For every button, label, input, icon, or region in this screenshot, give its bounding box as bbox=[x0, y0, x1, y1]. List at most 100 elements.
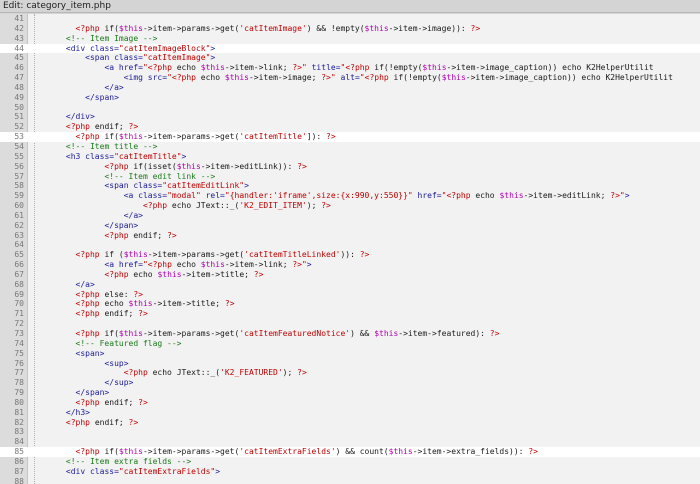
code-text: <?php if($this->item->params->get('catIt… bbox=[37, 132, 336, 142]
code-text: </a> bbox=[37, 211, 143, 221]
code-line[interactable]: 45 <span class="catItemImage"> bbox=[0, 53, 700, 63]
code-token: endif; bbox=[94, 417, 129, 427]
code-line[interactable]: 72 bbox=[0, 319, 700, 329]
code-line[interactable]: 48 </a> bbox=[0, 83, 700, 93]
code-token: <a class= bbox=[123, 191, 168, 201]
code-line[interactable]: 63 <?php endif; ?> bbox=[0, 231, 700, 241]
code-line[interactable]: 55 <h3 class="catItemTitle"> bbox=[0, 152, 700, 162]
code-token: ->item->image_caption)) echo K2HelperUti… bbox=[446, 63, 654, 73]
code-token: 'catItemTitle' bbox=[239, 132, 307, 142]
code-token: endif; bbox=[133, 230, 168, 240]
code-line[interactable]: 81 </h3> bbox=[0, 408, 700, 418]
code-line[interactable]: 61 </a> bbox=[0, 211, 700, 221]
code-line[interactable]: 71 <?php endif; ?> bbox=[0, 309, 700, 319]
code-line[interactable]: 82 <?php endif; ?> bbox=[0, 418, 700, 428]
code-token: "{handler:'iframe',size:{x:990,y:550}}" bbox=[224, 191, 413, 201]
code-token: <h3 class= bbox=[65, 151, 115, 161]
code-line[interactable]: 43 <!-- Item Image --> bbox=[0, 34, 700, 44]
code-line[interactable]: 80 <?php endif; ?> bbox=[0, 398, 700, 408]
code-token: if(!empty( bbox=[393, 73, 442, 83]
line-number: 53 bbox=[14, 132, 24, 142]
code-line[interactable]: 68 </a> bbox=[0, 280, 700, 290]
code-line[interactable]: 70 <?php echo $this->item->title; ?> bbox=[0, 299, 700, 309]
code-token: <span> bbox=[75, 348, 105, 358]
code-line[interactable]: 42 <?php if($this->item->params->get('ca… bbox=[0, 24, 700, 34]
code-line[interactable]: 86 <!-- Item extra fields --> bbox=[0, 457, 700, 467]
code-line[interactable]: 62 </span> bbox=[0, 221, 700, 231]
code-token: <!-- Item extra fields --> bbox=[65, 456, 192, 466]
code-line[interactable]: 69 <?php else: ?> bbox=[0, 290, 700, 300]
code-token: ->item->title; bbox=[181, 269, 254, 279]
code-line[interactable]: 75 <span> bbox=[0, 349, 700, 359]
code-line[interactable]: 87 <div class="catItemExtraFields"> bbox=[0, 467, 700, 477]
code-line[interactable]: 64 bbox=[0, 240, 700, 250]
code-token: ->item->image_caption)) echo K2HelperUti… bbox=[465, 73, 673, 83]
code-token: ?> bbox=[321, 73, 331, 83]
code-line[interactable]: 83 bbox=[0, 427, 700, 437]
code-line[interactable]: 57 <!-- Item edit link --> bbox=[0, 172, 700, 182]
code-line[interactable]: 60 <?php echo JText::_('K2_EDIT_ITEM'); … bbox=[0, 201, 700, 211]
code-line[interactable]: 76 <sup> bbox=[0, 359, 700, 369]
code-line[interactable]: 84 bbox=[0, 437, 700, 447]
code-text: <?php endif; ?> bbox=[37, 309, 148, 319]
code-line[interactable]: 44 <div class="catItemImageBlock"> bbox=[0, 43, 700, 54]
code-line[interactable]: 51 </div> bbox=[0, 112, 700, 122]
code-line[interactable]: 77 <?php echo JText::_('K2_FEATURED'); ?… bbox=[0, 368, 700, 378]
code-line[interactable]: 66 <a href="<?php echo $this->item->link… bbox=[0, 260, 700, 270]
code-line[interactable]: 79 </span> bbox=[0, 388, 700, 398]
code-line[interactable]: 41 bbox=[0, 14, 700, 24]
line-number: 65 bbox=[14, 250, 24, 260]
code-line[interactable]: 53 <?php if($this->item->params->get('ca… bbox=[0, 132, 700, 142]
code-token: echo bbox=[104, 299, 129, 309]
line-number: 42 bbox=[14, 23, 24, 33]
code-line[interactable]: 88 bbox=[0, 477, 700, 484]
code-line[interactable]: 85 <?php if($this->item->params->get('ca… bbox=[0, 447, 700, 457]
code-line[interactable]: 46 <a href="<?php echo $this->item->link… bbox=[0, 63, 700, 73]
code-text: <a href="<?php echo $this->item->link; ?… bbox=[37, 260, 311, 270]
code-token: echo bbox=[475, 191, 500, 201]
code-token: <!-- Item Image --> bbox=[65, 33, 158, 43]
code-token: "catItemImage" bbox=[142, 53, 211, 63]
code-line[interactable]: 65 <?php if ($this->item->params->get('c… bbox=[0, 250, 700, 260]
code-token: <?php bbox=[75, 289, 105, 299]
code-line[interactable]: 78 </sup> bbox=[0, 378, 700, 388]
line-number: 62 bbox=[14, 220, 24, 230]
code-text: <div class="catItemImageBlock"> bbox=[37, 44, 215, 54]
code-token: ->item->params->get( bbox=[142, 329, 240, 338]
code-line[interactable]: 47 <img src="<?php echo $this->item->ima… bbox=[0, 73, 700, 83]
code-line[interactable]: 49 </span> bbox=[0, 93, 700, 103]
code-token: if( bbox=[104, 132, 119, 142]
code-token: <sup> bbox=[104, 358, 129, 368]
code-line[interactable]: 59 <a class="modal" rel="{handler:'ifram… bbox=[0, 191, 700, 201]
code-line[interactable]: 52 <?php endif; ?> bbox=[0, 122, 700, 132]
code-token: <?php bbox=[104, 269, 134, 279]
code-line[interactable]: 50 bbox=[0, 103, 700, 113]
line-number: 49 bbox=[14, 92, 24, 102]
code-token: <?php bbox=[104, 230, 134, 240]
code-line[interactable]: 56 <?php if(isset($this->item->editLink)… bbox=[0, 162, 700, 172]
code-line[interactable]: 67 <?php echo $this->item->title; ?> bbox=[0, 270, 700, 280]
code-line[interactable]: 74 <!-- Featured flag --> bbox=[0, 339, 700, 349]
code-token: ?> bbox=[167, 230, 177, 240]
code-token: ->item->params->get( bbox=[142, 23, 240, 33]
line-number: 77 bbox=[14, 368, 24, 378]
code-line[interactable]: 54 <!-- Item title --> bbox=[0, 142, 700, 152]
code-token: ) && count( bbox=[335, 447, 389, 457]
code-token: alt= bbox=[335, 73, 360, 83]
code-line[interactable]: 73 <?php if($this->item->params->get('ca… bbox=[0, 329, 700, 339]
code-editor[interactable]: 41 42 <?php if($this->item->params->get('… bbox=[0, 14, 700, 484]
code-token: ->item->params->get( bbox=[147, 250, 245, 260]
code-token: </h3> bbox=[65, 407, 90, 417]
code-line[interactable]: 58 <span class="catItemEditLink"> bbox=[0, 181, 700, 191]
